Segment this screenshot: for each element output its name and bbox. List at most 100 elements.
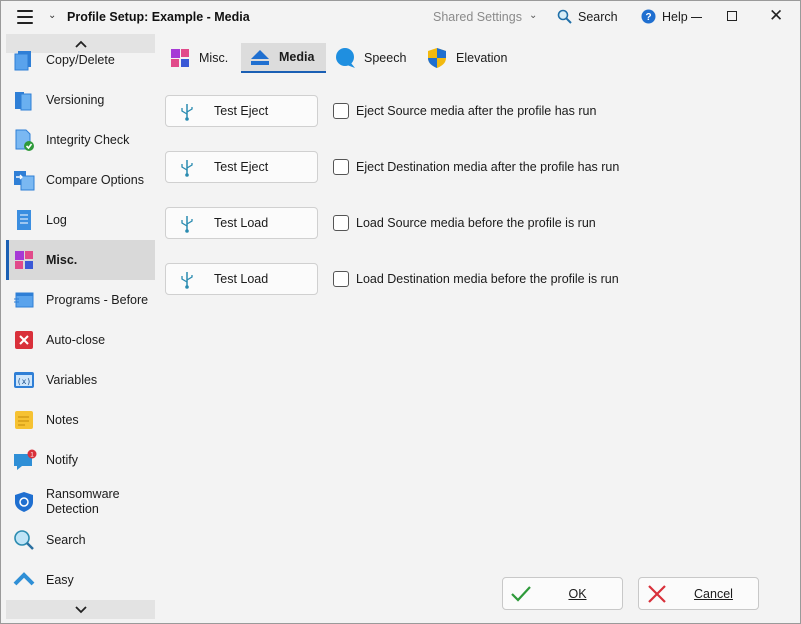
ok-button[interactable]: OK — [502, 577, 623, 610]
help-label: Help — [662, 9, 688, 24]
sidebar-item-label: Notify — [46, 452, 78, 467]
sidebar-item-label: Integrity Check — [46, 132, 130, 147]
cancel-label: Cancel — [694, 587, 733, 601]
sidebar-item-label: Variables — [46, 372, 98, 387]
sidebar-item-notes[interactable]: Notes — [6, 400, 155, 440]
variables-icon: (x) — [14, 372, 34, 388]
tab-speech[interactable]: Speech — [334, 43, 414, 73]
tab-label: Media — [279, 50, 315, 64]
sidebar-item-label: Easy — [46, 572, 74, 587]
sidebar-item-integrity-check[interactable]: Integrity Check — [6, 120, 155, 160]
notify-icon: 1 — [14, 449, 37, 470]
svg-text:(x): (x) — [17, 377, 31, 386]
misc-icon — [15, 251, 33, 269]
window-title: Profile Setup: Example - Media — [67, 10, 250, 24]
sidebar-item-label: Programs - Before — [46, 292, 149, 307]
tab-misc[interactable]: Misc. — [169, 43, 239, 73]
sidebar-item-label: Notes — [46, 412, 79, 427]
sidebar: Copy/Delete Versioning Integrity Check C… — [6, 34, 155, 620]
sidebar-item-variables[interactable]: (x) Variables — [6, 360, 155, 400]
shared-settings-chevron-icon[interactable]: ⌄ — [529, 10, 537, 21]
usb-icon — [181, 104, 193, 121]
title-bar: ⌄ Profile Setup: Example - Media Shared … — [1, 1, 800, 34]
svg-text:?: ? — [645, 12, 651, 23]
sidebar-item-label: Log — [46, 212, 67, 227]
test-eject-destination-button[interactable]: Test Eject — [165, 151, 318, 183]
tab-label: Elevation — [456, 51, 508, 65]
sidebar-item-easy[interactable]: Easy — [6, 560, 155, 600]
notify-badge: 1 — [30, 452, 34, 459]
eject-destination-label: Eject Destination media after the profil… — [356, 160, 620, 174]
sidebar-item-label: Misc. — [46, 252, 78, 267]
sidebar-item-label: Search — [46, 532, 86, 547]
eject-icon — [251, 50, 269, 65]
button-label: Test Load — [214, 216, 269, 230]
button-label: Test Eject — [214, 104, 269, 118]
programs-icon — [14, 292, 34, 308]
load-destination-label: Load Destination media before the profil… — [356, 272, 619, 286]
profile-setup-window: ⌄ Profile Setup: Example - Media Shared … — [0, 0, 801, 624]
auto-close-icon — [15, 331, 33, 349]
button-label: Test Eject — [214, 160, 269, 174]
speech-icon — [336, 48, 355, 68]
sidebar-item-label: Auto-close — [46, 332, 106, 347]
sidebar-item-auto-close[interactable]: Auto-close — [6, 320, 155, 360]
copy-delete-icon — [14, 51, 31, 71]
tab-label: Speech — [364, 51, 407, 65]
notes-icon — [15, 411, 33, 429]
sidebar-item-notify[interactable]: 1 Notify — [6, 440, 155, 480]
chevron-down-icon — [74, 605, 87, 613]
sidebar-item-compare-options[interactable]: Compare Options — [6, 160, 155, 200]
sidebar-item-log[interactable]: Log — [6, 200, 155, 240]
minimize-button[interactable] — [687, 8, 707, 26]
search-button[interactable]: Search — [557, 9, 618, 24]
log-icon — [17, 210, 31, 230]
test-eject-source-button[interactable]: Test Eject — [165, 95, 318, 127]
tab-label: Misc. — [199, 51, 229, 65]
eject-source-label: Eject Source media after the profile has… — [356, 104, 597, 118]
search-label: Search — [578, 9, 618, 24]
ok-label: OK — [568, 587, 587, 601]
misc-icon — [171, 49, 189, 67]
sidebar-scroll-down-button[interactable] — [6, 600, 155, 619]
usb-icon — [181, 272, 193, 289]
sidebar-item-label: Compare Options — [46, 172, 144, 187]
shared-settings-button[interactable]: Shared Settings — [433, 10, 522, 24]
button-label: Test Load — [214, 272, 269, 286]
sidebar-item-copy-delete[interactable]: Copy/Delete — [6, 40, 155, 80]
compare-options-icon — [14, 171, 35, 191]
sidebar-item-label: Versioning — [46, 92, 105, 107]
load-destination-checkbox[interactable] — [333, 271, 349, 287]
cancel-button[interactable]: Cancel — [638, 577, 759, 610]
sidebar-item-misc[interactable]: Misc. — [6, 240, 155, 280]
usb-icon — [181, 216, 193, 233]
sidebar-item-search[interactable]: Search — [6, 520, 155, 560]
sidebar-item-label: Copy/Delete — [46, 52, 115, 67]
load-source-label: Load Source media before the profile is … — [356, 216, 596, 230]
sidebar-item-programs-before[interactable]: Programs - Before — [6, 280, 155, 320]
tab-elevation[interactable]: Elevation — [426, 43, 516, 73]
test-load-destination-button[interactable]: Test Load — [165, 263, 318, 295]
search-icon — [557, 9, 572, 24]
uac-shield-icon — [428, 48, 446, 68]
sidebar-item-versioning[interactable]: Versioning — [6, 80, 155, 120]
chevron-up-icon — [13, 572, 35, 586]
eject-destination-checkbox[interactable] — [333, 159, 349, 175]
maximize-button[interactable] — [727, 11, 737, 21]
tab-media[interactable]: Media — [241, 43, 326, 73]
search-icon — [14, 530, 34, 550]
close-button[interactable]: ✕ — [769, 7, 783, 25]
eject-source-checkbox[interactable] — [333, 103, 349, 119]
integrity-check-icon — [15, 129, 34, 151]
versioning-icon — [15, 92, 32, 111]
menu-icon[interactable] — [17, 10, 33, 24]
help-icon: ? — [641, 9, 656, 24]
load-source-checkbox[interactable] — [333, 215, 349, 231]
sidebar-item-ransomware-detection[interactable]: Ransomware Detection — [6, 480, 155, 524]
help-button[interactable]: ? Help — [641, 9, 688, 24]
usb-icon — [181, 160, 193, 177]
test-load-source-button[interactable]: Test Load — [165, 207, 318, 239]
chevron-down-icon[interactable]: ⌄ — [48, 10, 56, 21]
sidebar-item-label: Ransomware Detection — [46, 487, 120, 516]
shield-icon — [15, 492, 33, 512]
